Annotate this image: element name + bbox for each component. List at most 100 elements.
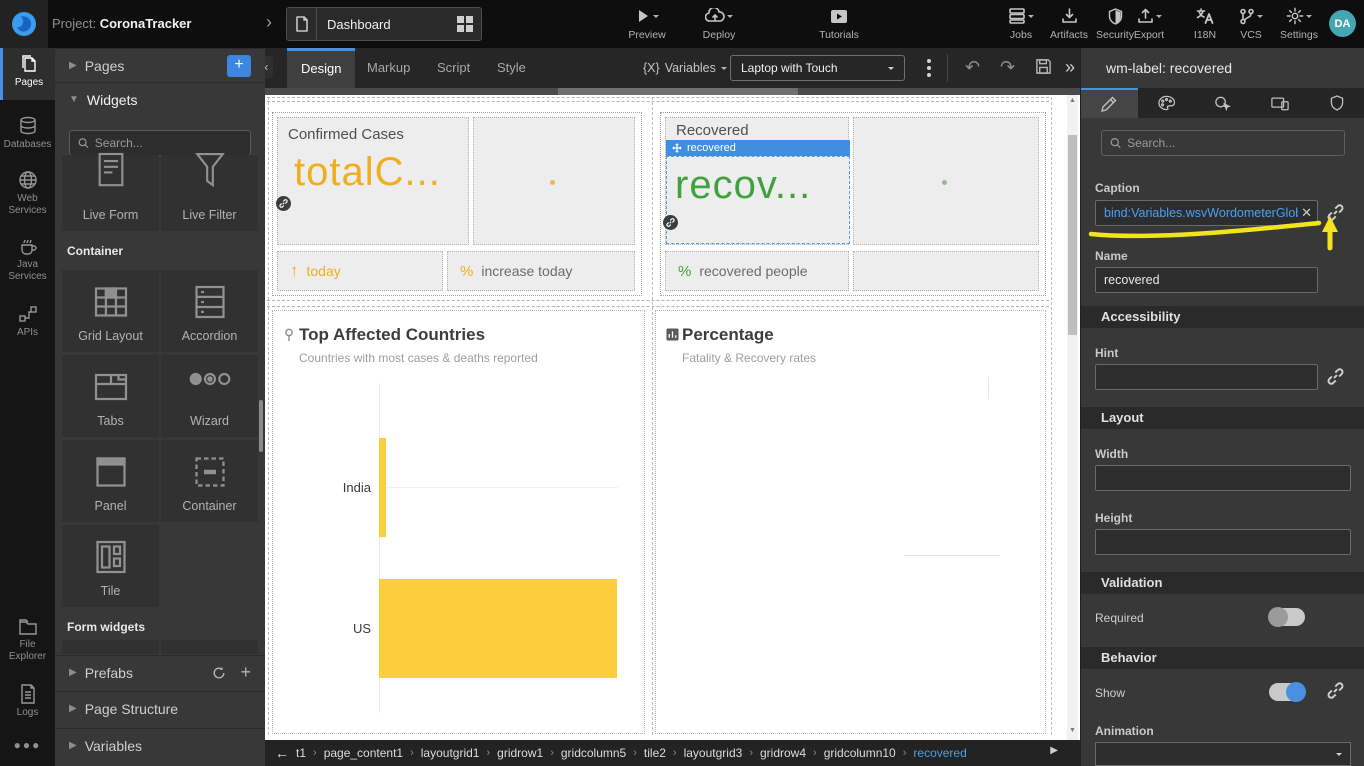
confirmed-today-cell[interactable]: ↑today <box>277 251 443 291</box>
required-toggle[interactable] <box>1269 608 1305 626</box>
scrollbar-thumb[interactable] <box>558 88 798 95</box>
rail-item-pages[interactable]: Pages <box>0 48 55 100</box>
preview-button[interactable]: Preview <box>620 5 674 41</box>
rail-item-apis[interactable]: APIs <box>0 298 55 350</box>
countries-chart[interactable]: IndiaUS <box>273 375 644 733</box>
variables-menu-button[interactable]: {X} Variables <box>643 48 727 88</box>
tab-devices[interactable] <box>1251 88 1308 118</box>
bind-badge-icon[interactable] <box>663 215 678 230</box>
widget-tile-wizard[interactable]: Wizard <box>161 355 258 437</box>
recovered-chart-cell[interactable] <box>853 117 1039 245</box>
recovered-main-cell[interactable]: Recovered recovered recov... <box>665 117 849 245</box>
export-caret-icon[interactable] <box>1156 15 1162 21</box>
tab-markup[interactable]: Markup <box>353 48 424 88</box>
add-page-button[interactable]: + <box>227 55 251 77</box>
add-prefab-button[interactable]: + <box>240 662 251 683</box>
rail-item-web-services[interactable]: Web Services <box>0 164 55 226</box>
widget-tile-tile[interactable]: Tile <box>62 525 159 607</box>
tab-properties[interactable] <box>1081 88 1138 118</box>
breadcrumb-item[interactable]: page_content1 <box>324 746 403 760</box>
selected-label-widget[interactable]: recov... <box>666 156 850 244</box>
animation-select[interactable] <box>1095 742 1351 766</box>
bind-badge-icon[interactable] <box>276 196 291 211</box>
jobs-caret-icon[interactable] <box>1028 15 1034 21</box>
bind-hint-button[interactable] <box>1327 368 1344 390</box>
undo-button[interactable]: ↶ <box>965 57 980 78</box>
refresh-icon[interactable] <box>212 666 226 680</box>
widget-tile-accordion[interactable]: Accordion <box>161 270 258 352</box>
export-button[interactable]: Export <box>1122 5 1176 41</box>
widget-tile-container[interactable]: Container <box>161 440 258 522</box>
bind-show-button[interactable] <box>1327 682 1344 704</box>
tile-recovered[interactable]: Recovered recovered recov... %recovered … <box>660 112 1046 296</box>
page-layout-grid-icon[interactable] <box>457 16 473 32</box>
breadcrumb-scroll-right-icon[interactable]: ▶ <box>1050 745 1058 756</box>
selection-tag[interactable]: recovered <box>666 140 850 156</box>
tab-design[interactable]: Design <box>287 48 355 88</box>
widget-tile-live-filter[interactable]: Live Filter <box>161 155 258 231</box>
vcs-caret-icon[interactable] <box>1257 15 1263 21</box>
caption-input[interactable]: bind:Variables.wsvWordometerGlobal.c ✕ <box>1095 200 1318 226</box>
tab-style[interactable]: Style <box>483 48 540 88</box>
breadcrumb-item[interactable]: t1 <box>296 746 306 760</box>
page-tab-dashboard[interactable]: Dashboard <box>286 7 482 41</box>
rail-item-java-services[interactable]: Java Services <box>0 230 55 292</box>
confirmed-value-label[interactable]: totalC... <box>294 150 441 195</box>
canvas-horizontal-scrollbar[interactable] <box>265 88 1080 95</box>
tab-script[interactable]: Script <box>423 48 484 88</box>
widget-tile-partial[interactable] <box>62 640 159 654</box>
scrollbar-thumb[interactable] <box>1068 135 1077 335</box>
chart-bar[interactable] <box>379 579 617 678</box>
variables-section-header[interactable]: ▶ Variables <box>55 728 265 762</box>
breadcrumb-item[interactable]: tile2 <box>644 746 666 760</box>
panel-scrollbar[interactable] <box>259 400 263 452</box>
breadcrumb-item[interactable]: recovered <box>913 746 966 760</box>
more-options-button[interactable] <box>923 56 935 80</box>
chart-bar[interactable] <box>379 438 386 537</box>
widget-tile-tabs[interactable]: Tabs <box>62 355 159 437</box>
tutorials-button[interactable]: Tutorials <box>812 5 866 41</box>
breadcrumb-item[interactable]: gridcolumn5 <box>561 746 626 760</box>
section-layout[interactable]: Layout <box>1081 407 1364 429</box>
redo-button[interactable]: ↷ <box>1000 57 1015 78</box>
hint-input[interactable] <box>1095 364 1318 390</box>
panel-percentage[interactable]: Percentage Fatality & Recovery rates <box>655 310 1046 734</box>
height-input[interactable] <box>1095 529 1351 555</box>
width-input[interactable] <box>1095 465 1351 491</box>
expand-right-panel-button[interactable]: » <box>1065 57 1075 78</box>
widget-tile-live-form[interactable]: Live Form <box>62 155 159 231</box>
rail-more-button[interactable]: ●●● <box>0 738 55 752</box>
save-button[interactable] <box>1035 58 1052 80</box>
tile-confirmed-cases[interactable]: Confirmed Cases totalC... ↑today %increa… <box>272 112 642 296</box>
jobs-button[interactable]: Jobs <box>994 5 1048 41</box>
rail-item-file-explorer[interactable]: File Explorer <box>0 612 55 668</box>
section-validation[interactable]: Validation <box>1081 572 1364 594</box>
confirmed-main-cell[interactable]: Confirmed Cases totalC... <box>277 117 469 245</box>
design-canvas[interactable]: Confirmed Cases totalC... ↑today %increa… <box>265 95 1080 740</box>
rail-item-databases[interactable]: Databases <box>0 110 55 160</box>
widget-tile-grid-layout[interactable]: Grid Layout <box>62 270 159 352</box>
pages-section-header[interactable]: ▶ Pages + <box>55 48 265 82</box>
widget-tile-panel[interactable]: Panel <box>62 440 159 522</box>
canvas-vertical-scrollbar[interactable]: ▲ ▼ <box>1067 95 1078 740</box>
breadcrumb-back-icon[interactable]: ← <box>275 745 289 761</box>
recovered-value-label[interactable]: recov... <box>675 163 811 208</box>
tab-security[interactable] <box>1308 88 1364 118</box>
breadcrumb-item[interactable]: gridcolumn10 <box>824 746 896 760</box>
clear-caption-icon[interactable]: ✕ <box>1298 205 1312 221</box>
deploy-caret-icon[interactable] <box>727 15 733 21</box>
user-avatar[interactable]: DA <box>1329 10 1356 37</box>
confirmed-increase-cell[interactable]: %increase today <box>447 251 635 291</box>
preview-caret-icon[interactable] <box>653 15 659 21</box>
settings-caret-icon[interactable] <box>1306 15 1312 21</box>
scroll-up-arrow[interactable]: ▲ <box>1067 97 1078 104</box>
recovered-empty-cell[interactable] <box>853 251 1039 291</box>
section-behavior[interactable]: Behavior <box>1081 647 1364 669</box>
section-accessibility[interactable]: Accessibility <box>1081 306 1364 328</box>
widgets-section-header[interactable]: ▼ Widgets <box>55 82 265 116</box>
recovered-people-cell[interactable]: %recovered people <box>665 251 849 291</box>
show-toggle[interactable] <box>1269 683 1305 701</box>
deploy-button[interactable]: Deploy <box>692 5 746 41</box>
prefabs-section-header[interactable]: ▶ Prefabs + <box>55 655 265 689</box>
confirmed-chart-cell[interactable] <box>473 117 635 245</box>
